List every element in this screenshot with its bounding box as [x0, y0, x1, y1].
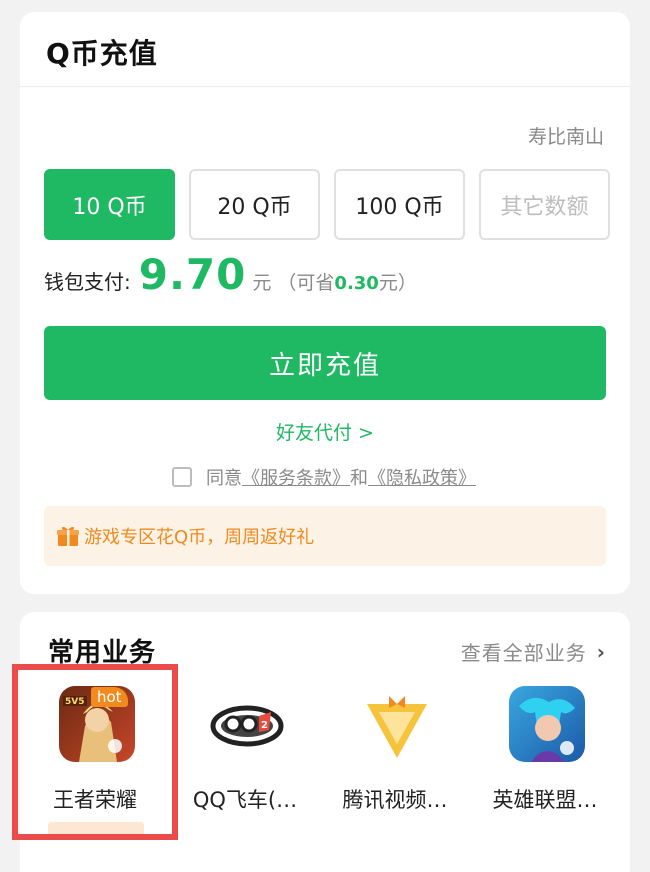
savings-prefix: （可省: [277, 272, 335, 294]
title-divider: [20, 86, 630, 87]
amount-option-100[interactable]: 100 Q币: [334, 169, 465, 240]
payment-summary: 钱包支付: 9.70 元 （可省0.30元）: [44, 250, 417, 299]
service-label: 腾讯视频…: [342, 788, 448, 812]
agreement-row: 同意 《服务条款》 和 《隐私政策》: [172, 464, 476, 490]
agree-and: 和: [350, 468, 368, 489]
pay-unit: 元: [252, 272, 272, 294]
league-of-legends-icon: [509, 686, 585, 762]
service-label: 英雄联盟…: [492, 788, 598, 812]
amount-option-20[interactable]: 20 Q币: [189, 169, 320, 240]
recharge-card: Q币充值 寿比南山 10 Q币 20 Q币 100 Q币 其它数额 钱包支付: …: [20, 12, 630, 594]
chevron-right-icon: ›: [596, 639, 606, 664]
service-item-league-of-legends[interactable]: 英雄联盟…: [470, 684, 620, 824]
agree-prefix: 同意: [206, 468, 242, 489]
promo-text: 游戏专区花Q币，周周返好礼: [84, 527, 315, 548]
amount-option-10[interactable]: 10 Q币: [44, 169, 175, 240]
qq-speed-icon: 2: [209, 686, 285, 762]
page-title: Q币充值: [46, 37, 158, 70]
pay-label: 钱包支付:: [44, 270, 131, 294]
agree-checkbox[interactable]: [172, 467, 192, 487]
tencent-video-icon: [359, 686, 435, 762]
service-label: QQ飞车(…: [192, 788, 298, 812]
pay-amount: 9.70: [138, 250, 247, 299]
privacy-link[interactable]: 《隐私政策》: [368, 464, 476, 490]
recharge-now-button[interactable]: 立即充值: [44, 326, 606, 400]
view-all-services-link[interactable]: 查看全部业务 ›: [461, 637, 606, 666]
account-name[interactable]: 寿比南山: [528, 122, 604, 149]
savings-amount: 0.30: [334, 273, 379, 294]
savings-suffix: 元）: [378, 272, 417, 294]
savings-note: （可省0.30元）: [277, 268, 416, 295]
gift-icon: [56, 525, 80, 547]
service-item-tencent-video[interactable]: 腾讯视频…: [320, 684, 470, 824]
terms-link[interactable]: 《服务条款》: [242, 464, 350, 490]
promo-banner[interactable]: 游戏专区花Q币，周周返好礼: [44, 506, 606, 566]
view-all-label: 查看全部业务: [460, 641, 587, 665]
amount-options: 10 Q币 20 Q币 100 Q币 其它数额: [44, 169, 610, 240]
svg-text:2: 2: [261, 720, 268, 731]
friend-pay-link[interactable]: 好友代付 >: [20, 418, 630, 445]
service-item-qq-speed[interactable]: 2 QQ飞车(…: [170, 684, 320, 824]
amount-option-other[interactable]: 其它数额: [479, 169, 610, 240]
highlight-box: [12, 664, 178, 840]
